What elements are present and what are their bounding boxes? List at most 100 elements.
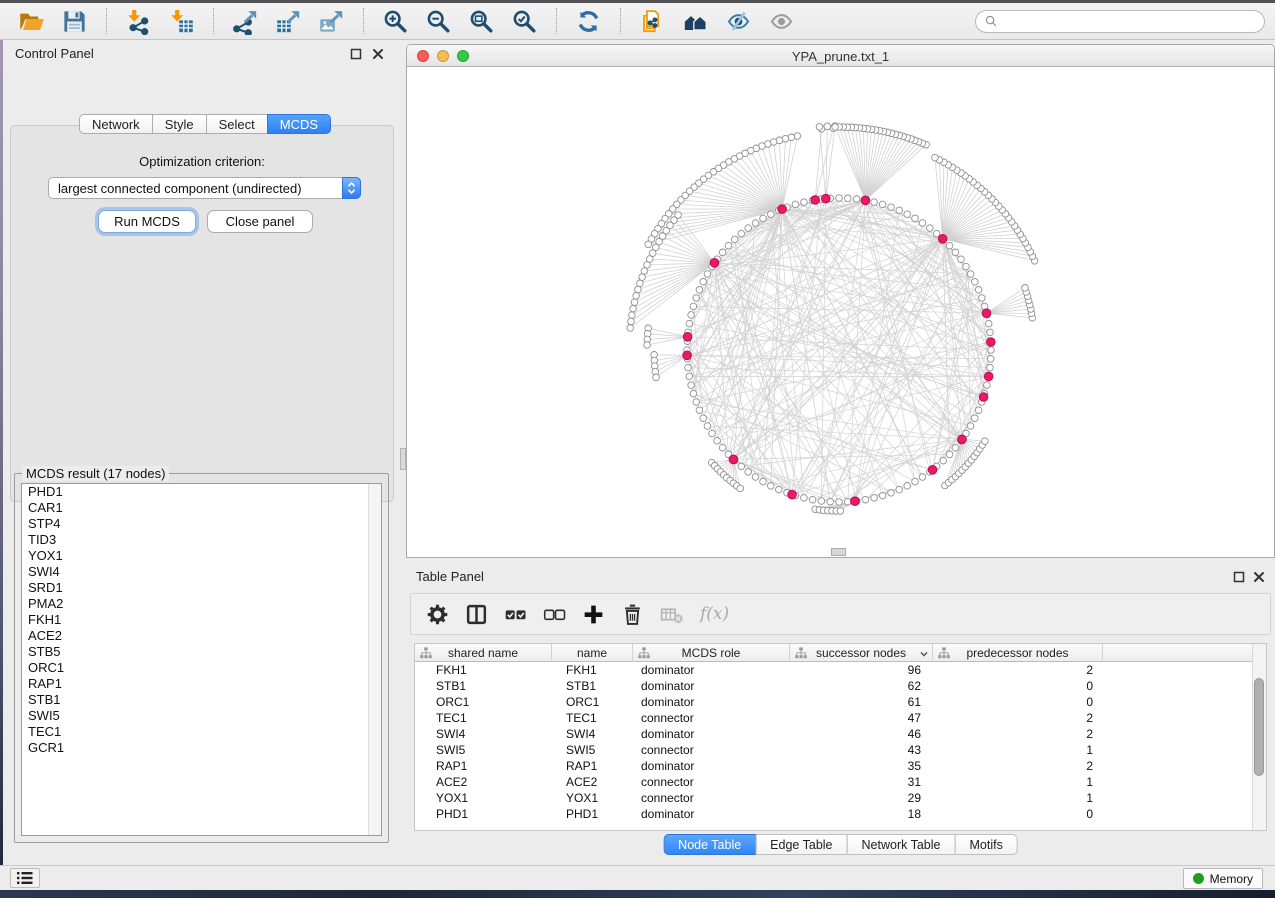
table-row[interactable]: ACE2ACE2connector311 bbox=[415, 774, 1252, 790]
mcds-result-item[interactable]: CAR1 bbox=[22, 500, 381, 516]
deselect-all-icon[interactable] bbox=[542, 602, 567, 627]
control-panel-header: Control Panel bbox=[3, 40, 400, 66]
table-scrollbar[interactable] bbox=[1252, 644, 1266, 830]
mcds-result-item[interactable]: TEC1 bbox=[22, 724, 381, 740]
cell-successor-nodes: 43 bbox=[790, 742, 933, 758]
network-graph[interactable] bbox=[407, 68, 1274, 557]
mcds-result-item[interactable]: STB1 bbox=[22, 692, 381, 708]
criterion-select[interactable]: largest connected component (undirected) bbox=[48, 177, 361, 199]
column-header-predecessor-nodes[interactable]: predecessor nodes bbox=[933, 644, 1103, 662]
run-mcds-button[interactable]: Run MCDS bbox=[98, 210, 196, 233]
delete-column-icon[interactable] bbox=[620, 602, 645, 627]
cell-shared-name: STB1 bbox=[415, 678, 552, 694]
cell-name: SWI5 bbox=[552, 742, 633, 758]
tab-select[interactable]: Select bbox=[206, 114, 268, 134]
cell-shared-name: PHD1 bbox=[415, 806, 552, 822]
tab-network-table[interactable]: Network Table bbox=[847, 834, 956, 855]
select-all-icon[interactable] bbox=[503, 602, 528, 627]
cell-predecessor-nodes: 1 bbox=[933, 742, 1103, 758]
mcds-result-item[interactable]: SWI4 bbox=[22, 564, 381, 580]
mcds-result-item[interactable]: SWI5 bbox=[22, 708, 381, 724]
mcds-result-item[interactable]: ORC1 bbox=[22, 660, 381, 676]
show-columns-icon[interactable] bbox=[464, 602, 489, 627]
memory-button[interactable]: Memory bbox=[1183, 868, 1263, 889]
mcds-result-item[interactable]: YOX1 bbox=[22, 548, 381, 564]
network-canvas[interactable] bbox=[407, 68, 1274, 557]
float-panel-icon[interactable] bbox=[350, 48, 362, 60]
search-box[interactable] bbox=[975, 10, 1265, 33]
column-label: name bbox=[552, 646, 632, 660]
save-session-icon[interactable] bbox=[61, 8, 88, 35]
export-table-icon[interactable] bbox=[275, 8, 302, 35]
tab-network[interactable]: Network bbox=[79, 114, 153, 134]
mcds-result-item[interactable]: ACE2 bbox=[22, 628, 381, 644]
panel-menu-button[interactable] bbox=[10, 868, 40, 888]
cell-shared-name: ORC1 bbox=[415, 694, 552, 710]
close-panel-button[interactable]: Close panel bbox=[207, 210, 313, 233]
column-header-MCDS-role[interactable]: MCDS role bbox=[633, 644, 790, 662]
table-row[interactable]: RAP1RAP1dominator352 bbox=[415, 758, 1252, 774]
cell-predecessor-nodes: 1 bbox=[933, 790, 1103, 806]
table-row[interactable]: STB1STB1dominator620 bbox=[415, 678, 1252, 694]
export-network-icon[interactable] bbox=[232, 8, 259, 35]
column-header-name[interactable]: name bbox=[552, 644, 633, 662]
tab-node-table[interactable]: Node Table bbox=[663, 834, 756, 855]
zoom-in-icon[interactable] bbox=[382, 8, 409, 35]
scrollbar-thumb[interactable] bbox=[1254, 678, 1264, 776]
mcds-result-item[interactable]: FKH1 bbox=[22, 612, 381, 628]
float-table-panel-icon[interactable] bbox=[1233, 571, 1245, 583]
optimization-criterion-label: Optimization criterion: bbox=[11, 154, 393, 169]
cell-name: YOX1 bbox=[552, 790, 633, 806]
cell-predecessor-nodes: 0 bbox=[933, 806, 1103, 822]
table-options-gear-icon[interactable] bbox=[425, 602, 450, 627]
toolbar-separator bbox=[556, 8, 557, 34]
delete-table-disabled-icon bbox=[659, 602, 684, 627]
close-table-panel-icon[interactable] bbox=[1253, 571, 1265, 583]
mcds-tab-content: Optimization criterion: largest connecte… bbox=[10, 125, 394, 502]
new-network-from-selection-icon[interactable] bbox=[639, 8, 666, 35]
mcds-result-item[interactable]: TID3 bbox=[22, 532, 381, 548]
export-image-icon[interactable] bbox=[318, 8, 345, 35]
table-row[interactable]: TEC1TEC1connector472 bbox=[415, 710, 1252, 726]
mcds-result-item[interactable]: STP4 bbox=[22, 516, 381, 532]
horizontal-splitter-handle[interactable] bbox=[831, 548, 846, 556]
table-row[interactable]: SWI4SWI4dominator462 bbox=[415, 726, 1252, 742]
table-row[interactable]: ORC1ORC1dominator610 bbox=[415, 694, 1252, 710]
table-row[interactable]: PHD1PHD1dominator180 bbox=[415, 806, 1252, 822]
column-header-successor-nodes[interactable]: successor nodes bbox=[790, 644, 933, 662]
tab-style[interactable]: Style bbox=[152, 114, 207, 134]
add-column-icon[interactable] bbox=[581, 602, 606, 627]
table-row[interactable]: YOX1YOX1connector291 bbox=[415, 790, 1252, 806]
table-toolbar: f(x) bbox=[410, 593, 1271, 635]
cell-MCDS-role: connector bbox=[633, 710, 790, 726]
import-network-icon[interactable] bbox=[125, 8, 152, 35]
mcds-result-item[interactable]: SRD1 bbox=[22, 580, 381, 596]
network-window-titlebar[interactable]: YPA_prune.txt_1 bbox=[407, 45, 1274, 67]
hide-selected-icon[interactable] bbox=[725, 8, 752, 35]
zoom-fit-icon[interactable] bbox=[468, 8, 495, 35]
mcds-result-item[interactable]: PHD1 bbox=[22, 484, 381, 500]
first-neighbors-icon[interactable] bbox=[682, 8, 709, 35]
node-table: shared namenameMCDS rolesuccessor nodesp… bbox=[414, 643, 1267, 831]
column-header-shared-name[interactable]: shared name bbox=[415, 644, 552, 662]
mcds-result-list[interactable]: PHD1CAR1STP4TID3YOX1SWI4SRD1PMA2FKH1ACE2… bbox=[21, 483, 382, 836]
cell-successor-nodes: 96 bbox=[790, 662, 933, 678]
zoom-selected-icon[interactable] bbox=[511, 8, 538, 35]
tab-edge-table[interactable]: Edge Table bbox=[755, 834, 847, 855]
open-session-icon[interactable] bbox=[18, 8, 45, 35]
zoom-out-icon[interactable] bbox=[425, 8, 452, 35]
close-panel-icon[interactable] bbox=[372, 48, 384, 60]
table-row[interactable]: FKH1FKH1dominator962 bbox=[415, 662, 1252, 678]
result-list-scrollbar[interactable] bbox=[368, 484, 381, 835]
tab-motifs[interactable]: Motifs bbox=[954, 834, 1017, 855]
mcds-result-item[interactable]: RAP1 bbox=[22, 676, 381, 692]
toolbar-separator bbox=[213, 8, 214, 34]
tab-mcds[interactable]: MCDS bbox=[267, 114, 331, 134]
mcds-result-item[interactable]: PMA2 bbox=[22, 596, 381, 612]
apply-layout-refresh-icon[interactable] bbox=[575, 8, 602, 35]
table-row[interactable]: SWI5SWI5connector431 bbox=[415, 742, 1252, 758]
search-input[interactable] bbox=[1002, 13, 1256, 29]
mcds-result-item[interactable]: STB5 bbox=[22, 644, 381, 660]
import-table-icon[interactable] bbox=[168, 8, 195, 35]
mcds-result-item[interactable]: GCR1 bbox=[22, 740, 381, 756]
